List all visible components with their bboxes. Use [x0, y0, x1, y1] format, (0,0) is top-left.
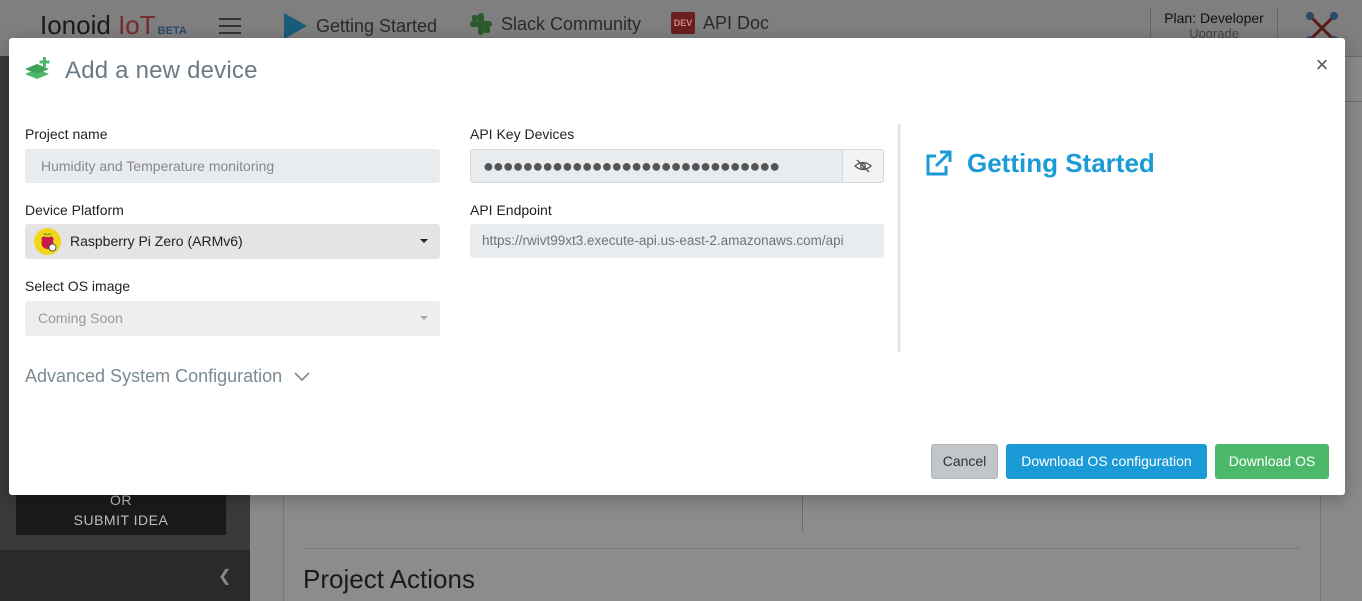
nav-label: Getting Started	[316, 15, 438, 36]
sidebar-footer	[0, 550, 250, 601]
external-link-icon	[926, 150, 952, 175]
advanced-config-toggle[interactable]: Advanced System Configuration	[25, 366, 310, 387]
logo-text: Ionoid	[40, 10, 111, 40]
cancel-button[interactable]: Cancel	[931, 444, 998, 479]
nav-getting-started[interactable]: Getting Started	[282, 12, 437, 40]
device-platform-value: Raspberry Pi Zero (ARMv6)	[70, 233, 243, 249]
app-logo[interactable]: Ionoid IoT BETA	[40, 10, 187, 41]
os-image-value: Coming Soon	[38, 310, 123, 326]
content-header-strip	[1345, 56, 1362, 102]
card-divider	[802, 495, 803, 531]
logo-iot: IoT	[118, 10, 156, 40]
nav-label: Slack Community	[501, 13, 642, 34]
api-endpoint-field[interactable]: https://rwivt99xt3.execute-api.us-east-2…	[470, 224, 884, 258]
eye-slash-icon	[854, 159, 872, 173]
api-endpoint-label: API Endpoint	[470, 202, 552, 218]
download-os-button[interactable]: Download OS	[1215, 444, 1329, 479]
slack-icon	[470, 13, 492, 35]
nav-api-doc[interactable]: DEV API Doc	[671, 12, 769, 34]
section-heading: Project Actions	[303, 564, 475, 594]
caret-down-icon	[420, 316, 428, 320]
plan-label: Plan: Developer	[1164, 10, 1264, 26]
close-modal-button[interactable]: ×	[1313, 54, 1331, 76]
caret-down-icon	[420, 239, 428, 243]
add-layers-icon	[25, 57, 50, 79]
device-platform-label: Device Platform	[25, 202, 124, 218]
device-platform-select[interactable]: Raspberry Pi Zero (ARMv6)	[25, 224, 440, 259]
collapse-sidebar-icon[interactable]: ❮	[218, 566, 231, 586]
dev-icon: DEV	[671, 12, 695, 34]
idea-line-2: SUBMIT IDEA	[73, 512, 169, 528]
toggle-visibility-button[interactable]	[842, 150, 883, 182]
download-config-button[interactable]: Download OS configuration	[1006, 444, 1207, 479]
play-icon	[284, 13, 307, 39]
project-name-field[interactable]: Humidity and Temperature monitoring	[25, 149, 440, 183]
advanced-config-label: Advanced System Configuration	[25, 366, 283, 386]
add-device-modal: Add a new device × Project name Humidity…	[9, 38, 1345, 495]
os-image-select[interactable]: Coming Soon	[25, 301, 440, 336]
chevron-down-icon	[294, 371, 310, 381]
nav-slack-community[interactable]: Slack Community	[469, 12, 641, 36]
getting-started-link[interactable]: Getting Started	[923, 148, 1155, 179]
api-key-value: ●●●●●●●●●●●●●●●●●●●●●●●●●●●●●●	[483, 156, 780, 176]
raspberry-pi-icon	[34, 228, 61, 255]
column-divider	[898, 124, 901, 352]
submit-idea-button[interactable]: OR SUBMIT IDEA	[16, 490, 226, 535]
api-key-field[interactable]: ●●●●●●●●●●●●●●●●●●●●●●●●●●●●●●	[470, 149, 884, 183]
os-image-label: Select OS image	[25, 278, 131, 294]
modal-title: Add a new device	[65, 57, 258, 84]
project-name-label: Project name	[25, 126, 108, 142]
modal-header: Add a new device ×	[9, 38, 1345, 104]
nav-label: API Doc	[703, 12, 770, 33]
api-key-label: API Key Devices	[470, 126, 575, 142]
hamburger-menu-icon[interactable]	[219, 18, 241, 36]
card-separator	[303, 548, 1301, 549]
getting-started-label: Getting Started	[967, 148, 1155, 178]
logo-beta: BETA	[157, 25, 187, 37]
